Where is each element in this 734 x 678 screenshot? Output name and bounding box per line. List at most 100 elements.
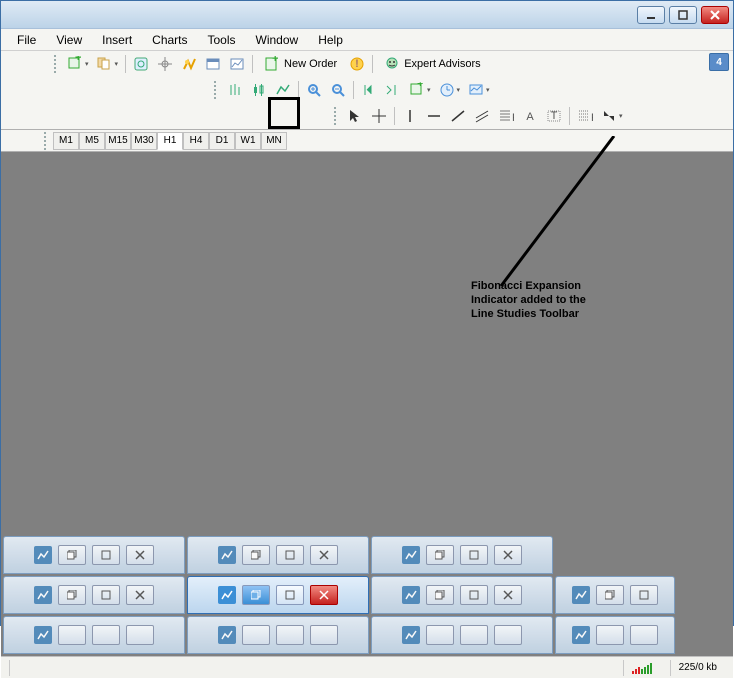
strategy-tester-button[interactable]: [226, 53, 248, 75]
templates-button[interactable]: ▾: [465, 79, 493, 101]
toolbar-handle[interactable]: [334, 107, 340, 125]
bar-chart-button[interactable]: [224, 79, 246, 101]
text-label-button[interactable]: T: [543, 105, 565, 127]
periodicity-button[interactable]: ▾: [436, 79, 464, 101]
toolbar-handle[interactable]: [44, 132, 50, 150]
line-chart-button[interactable]: [272, 79, 294, 101]
menu-tools[interactable]: Tools: [198, 31, 246, 49]
chart-shift-button[interactable]: [382, 79, 404, 101]
close-button[interactable]: [310, 545, 338, 565]
menu-window[interactable]: Window: [246, 31, 309, 49]
menu-bar: File View Insert Charts Tools Window Hel…: [1, 29, 733, 51]
fibonacci-expansion-button[interactable]: F: [574, 105, 596, 127]
minimized-chart-window[interactable]: [187, 616, 369, 654]
maximize-button[interactable]: [460, 585, 488, 605]
maximize-button[interactable]: [276, 585, 304, 605]
timeframe-m1[interactable]: M1: [53, 132, 79, 150]
minimized-chart-window[interactable]: [371, 576, 553, 614]
close-button[interactable]: [126, 545, 154, 565]
menu-charts[interactable]: Charts: [142, 31, 197, 49]
candle-chart-button[interactable]: [248, 79, 270, 101]
close-button[interactable]: [310, 625, 338, 645]
menu-view[interactable]: View: [46, 31, 92, 49]
cursor-button[interactable]: [344, 105, 366, 127]
maximize-button[interactable]: [276, 545, 304, 565]
restore-button[interactable]: [596, 625, 624, 645]
crosshair-button[interactable]: [368, 105, 390, 127]
minimized-chart-window[interactable]: [371, 616, 553, 654]
restore-button[interactable]: [58, 545, 86, 565]
close-button[interactable]: [494, 625, 522, 645]
timeframe-m30[interactable]: M30: [131, 132, 157, 150]
minimized-chart-window[interactable]: [3, 536, 185, 574]
new-chart-button[interactable]: +▾: [64, 53, 92, 75]
autotrading-button[interactable]: !: [346, 53, 368, 75]
restore-button[interactable]: [58, 625, 86, 645]
menu-file[interactable]: File: [7, 31, 46, 49]
close-button[interactable]: [126, 625, 154, 645]
restore-button[interactable]: [596, 585, 624, 605]
zoom-in-button[interactable]: [303, 79, 325, 101]
timeframe-m15[interactable]: M15: [105, 132, 131, 150]
restore-button[interactable]: [242, 625, 270, 645]
maximize-button[interactable]: [92, 585, 120, 605]
maximize-button[interactable]: [630, 625, 658, 645]
trendline-button[interactable]: [447, 105, 469, 127]
expert-advisors-button[interactable]: Expert Advisors: [377, 53, 487, 75]
maximize-button[interactable]: [630, 585, 658, 605]
auto-scroll-button[interactable]: [358, 79, 380, 101]
maximize-button[interactable]: [92, 625, 120, 645]
menu-insert[interactable]: Insert: [92, 31, 142, 49]
close-button[interactable]: [494, 585, 522, 605]
maximize-button[interactable]: [460, 545, 488, 565]
indicators-button[interactable]: +▾: [406, 79, 434, 101]
equidistant-channel-button[interactable]: [471, 105, 493, 127]
maximize-button[interactable]: [460, 625, 488, 645]
timeframe-h1[interactable]: H1: [157, 132, 183, 150]
restore-button[interactable]: [426, 625, 454, 645]
minimized-chart-window[interactable]: [3, 576, 185, 614]
traffic-status: 225/0 kb: [670, 660, 725, 676]
restore-button[interactable]: [242, 545, 270, 565]
minimized-chart-window[interactable]: [555, 616, 675, 654]
minimized-chart-window[interactable]: [3, 616, 185, 654]
arrows-button[interactable]: ▾: [598, 105, 626, 127]
close-button[interactable]: [494, 545, 522, 565]
horizontal-line-button[interactable]: [423, 105, 445, 127]
minimized-chart-window[interactable]: [187, 536, 369, 574]
text-button[interactable]: A: [519, 105, 541, 127]
restore-button[interactable]: [242, 585, 270, 605]
timeframe-mn[interactable]: MN: [261, 132, 287, 150]
close-button[interactable]: [701, 6, 729, 24]
fibonacci-retracement-button[interactable]: F: [495, 105, 517, 127]
minimized-chart-window-active[interactable]: [187, 576, 369, 614]
zoom-out-button[interactable]: [327, 79, 349, 101]
notification-badge[interactable]: 4: [709, 53, 729, 71]
profiles-button[interactable]: ▾: [94, 53, 122, 75]
restore-button[interactable]: [426, 545, 454, 565]
restore-button[interactable]: [426, 585, 454, 605]
timeframe-d1[interactable]: D1: [209, 132, 235, 150]
svg-text:+: +: [272, 56, 278, 65]
market-watch-button[interactable]: [130, 53, 152, 75]
new-order-button[interactable]: + New Order: [257, 53, 344, 75]
vertical-line-button[interactable]: [399, 105, 421, 127]
maximize-button[interactable]: [669, 6, 697, 24]
maximize-button[interactable]: [276, 625, 304, 645]
maximize-button[interactable]: [92, 545, 120, 565]
timeframe-w1[interactable]: W1: [235, 132, 261, 150]
data-window-button[interactable]: [178, 53, 200, 75]
toolbar-handle[interactable]: [54, 55, 60, 73]
toolbar-handle[interactable]: [214, 81, 220, 99]
timeframe-h4[interactable]: H4: [183, 132, 209, 150]
minimized-chart-window[interactable]: [371, 536, 553, 574]
menu-help[interactable]: Help: [308, 31, 353, 49]
navigator-button[interactable]: [154, 53, 176, 75]
restore-button[interactable]: [58, 585, 86, 605]
minimized-chart-window[interactable]: [555, 576, 675, 614]
close-button[interactable]: [126, 585, 154, 605]
close-button[interactable]: [310, 585, 338, 605]
terminal-button[interactable]: [202, 53, 224, 75]
timeframe-m5[interactable]: M5: [79, 132, 105, 150]
minimize-button[interactable]: [637, 6, 665, 24]
